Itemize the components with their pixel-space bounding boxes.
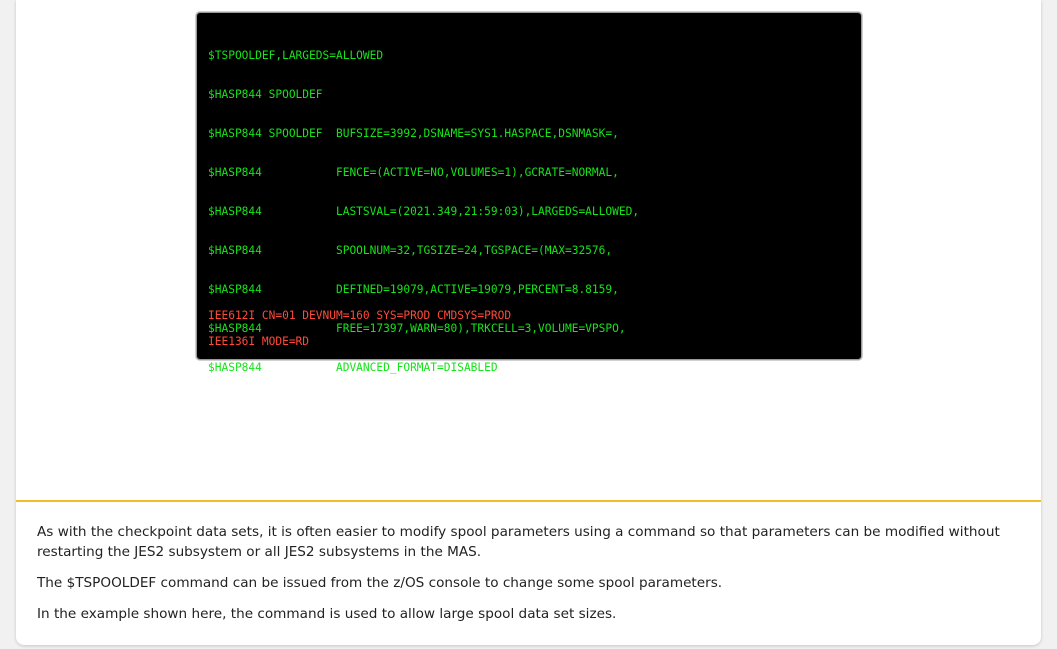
console-line: $HASP844 FREE=17397,WARN=80),TRKCELL=3,V… — [208, 322, 626, 335]
console-screenshot: $TSPOOLDEF,LARGEDS=ALLOWED $HASP844 SPOO… — [196, 12, 862, 374]
paragraph-1: As with the checkpoint data sets, it is … — [37, 524, 1000, 560]
console-message-iee136i: IEE136I MODE=RD — [208, 335, 310, 348]
paragraph-3: In the example shown here, the command i… — [37, 606, 617, 622]
paragraph-2: The $TSPOOLDEF command can be issued fro… — [37, 575, 723, 591]
console-message-iee612i: IEE612I CN=01 DEVNUM=160 SYS=PROD CMDSYS… — [208, 309, 512, 322]
console-line: $HASP844 SPOOLDEF BUFSIZE=3992,DSNAME=SY… — [208, 127, 619, 140]
console-line: $HASP844 ADVANCED_FORMAT=DISABLED — [208, 361, 498, 374]
console-line: $HASP844 DEFINED=19079,ACTIVE=19079,PERC… — [208, 283, 619, 296]
console-line: $HASP844 LASTSVAL=(2021.349,21:59:03),LA… — [208, 205, 640, 218]
console-line: $HASP844 SPOOLNUM=32,TGSIZE=24,TGSPACE=(… — [208, 244, 613, 257]
description-text: As with the checkpoint data sets, it is … — [37, 522, 1017, 635]
console-line: $HASP844 FENCE=(ACTIVE=NO,VOLUMES=1),GCR… — [208, 166, 619, 179]
console-line: $TSPOOLDEF,LARGEDS=ALLOWED — [208, 49, 384, 62]
section-divider — [16, 500, 1041, 502]
console-line: $HASP844 SPOOLDEF — [208, 88, 323, 101]
